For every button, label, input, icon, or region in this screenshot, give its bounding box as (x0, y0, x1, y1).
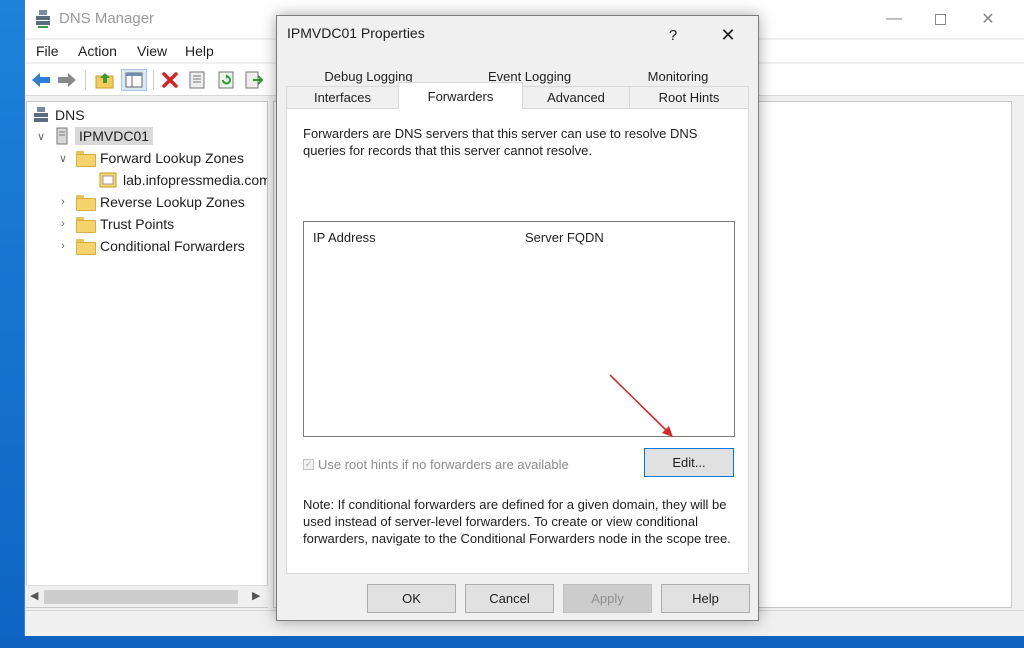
tab-forwarders[interactable]: Forwarders (398, 82, 523, 109)
back-arrow-icon (32, 73, 50, 87)
annotation-arrow-icon (609, 374, 673, 437)
back-button[interactable] (30, 70, 52, 90)
scrollbar-thumb[interactable] (44, 590, 238, 604)
tree-item-zone[interactable]: lab.infopressmedia.com (99, 169, 267, 191)
cancel-button[interactable]: Cancel (465, 584, 554, 613)
tree-item-dns-root[interactable]: DNS (33, 104, 85, 126)
tree-label: Conditional Forwarders (100, 238, 245, 254)
desktop-taskbar-edge (0, 636, 1024, 648)
tree-item-reverse-lookup-zones[interactable]: › Reverse Lookup Zones (57, 191, 245, 213)
tab-interfaces[interactable]: Interfaces (286, 86, 399, 108)
desktop-background (0, 0, 24, 648)
chevron-right-icon[interactable]: › (57, 240, 69, 252)
dialog-title: IPMVDC01 Properties (287, 25, 425, 41)
show-hide-tree-icon (125, 72, 143, 88)
chevron-down-icon[interactable]: ∨ (57, 152, 69, 165)
close-window-button[interactable]: ✕ (965, 0, 1011, 38)
chevron-down-icon[interactable]: ∨ (35, 130, 47, 143)
scroll-right-icon[interactable]: ▶ (252, 589, 260, 602)
tree-item-server[interactable]: ∨ IPMVDC01 (35, 125, 154, 147)
toolbar-separator (85, 70, 86, 90)
forwarders-tab-panel: Forwarders are DNS servers that this ser… (286, 108, 749, 574)
use-root-hints-label: Use root hints if no forwarders are avai… (318, 457, 569, 472)
tree-label-server: IPMVDC01 (75, 127, 154, 145)
export-list-button[interactable] (243, 70, 265, 90)
delete-icon (162, 72, 178, 88)
close-dialog-button[interactable]: ✕ (715, 22, 741, 48)
show-hide-tree-button[interactable] (121, 69, 147, 91)
properties-button[interactable] (186, 70, 208, 90)
help-button[interactable]: ? (661, 23, 685, 47)
tree-item-trust-points[interactable]: › Trust Points (57, 213, 174, 235)
tree-label: Reverse Lookup Zones (100, 194, 245, 210)
tree-item-forward-lookup-zones[interactable]: ∨ Forward Lookup Zones (57, 147, 244, 169)
refresh-button[interactable] (215, 70, 237, 90)
properties-dialog: IPMVDC01 Properties ? ✕ Debug Logging Ev… (276, 15, 759, 621)
conditional-forwarders-note: Note: If conditional forwarders are defi… (303, 497, 731, 546)
minimize-button[interactable]: — (871, 0, 917, 38)
menu-file[interactable]: File (36, 43, 59, 59)
toolbar-separator (153, 70, 154, 90)
properties-icon (189, 71, 205, 89)
up-folder-icon (95, 73, 114, 89)
menu-help[interactable]: Help (185, 43, 214, 59)
ok-button[interactable]: OK (367, 584, 456, 613)
forwarders-description: Forwarders are DNS servers that this ser… (303, 126, 698, 158)
column-header-server-fqdn[interactable]: Server FQDN (525, 230, 604, 245)
forward-arrow-icon (58, 73, 76, 87)
zone-icon (99, 172, 117, 188)
dns-node-icon (34, 107, 48, 122)
checkbox-checked-icon: ✓ (303, 459, 314, 470)
scope-tree-pane[interactable]: DNS ∨ IPMVDC01 ∨ Forward Lookup Zones la… (26, 101, 268, 608)
apply-button[interactable]: Apply (563, 584, 652, 613)
tree-item-conditional-forwarders[interactable]: › Conditional Forwarders (57, 235, 245, 257)
menu-view[interactable]: View (137, 43, 167, 59)
folder-icon (76, 151, 96, 167)
tab-monitoring[interactable]: Monitoring (609, 65, 747, 87)
forward-button[interactable] (56, 70, 78, 90)
maximize-icon (934, 13, 946, 25)
tab-advanced[interactable]: Advanced (522, 86, 630, 108)
menu-action[interactable]: Action (78, 43, 117, 59)
tree-label: Forward Lookup Zones (100, 150, 244, 166)
tree-label: lab.infopressmedia.com (123, 172, 267, 188)
horizontal-scrollbar[interactable]: ◀ ▶ (26, 585, 268, 607)
help-dialog-button[interactable]: Help (661, 584, 750, 613)
up-one-level-button[interactable] (94, 70, 116, 90)
tree-label-dns: DNS (55, 107, 85, 123)
folder-icon (76, 217, 96, 233)
server-icon (56, 127, 68, 145)
folder-icon (76, 195, 96, 211)
window-title: DNS Manager (59, 10, 155, 27)
tab-root-hints[interactable]: Root Hints (629, 86, 749, 108)
export-list-icon (245, 71, 264, 89)
scroll-left-icon[interactable]: ◀ (30, 589, 38, 602)
folder-icon (76, 239, 96, 255)
column-header-ip-address[interactable]: IP Address (313, 230, 376, 245)
chevron-right-icon[interactable]: › (57, 196, 69, 208)
maximize-button[interactable] (917, 0, 963, 38)
refresh-icon (218, 71, 234, 89)
use-root-hints-checkbox[interactable]: ✓ Use root hints if no forwarders are av… (303, 457, 569, 472)
tree-label: Trust Points (100, 216, 175, 232)
dns-app-icon (36, 10, 50, 28)
delete-button[interactable] (159, 70, 181, 90)
edit-button[interactable]: Edit... (644, 448, 734, 477)
chevron-right-icon[interactable]: › (57, 218, 69, 230)
